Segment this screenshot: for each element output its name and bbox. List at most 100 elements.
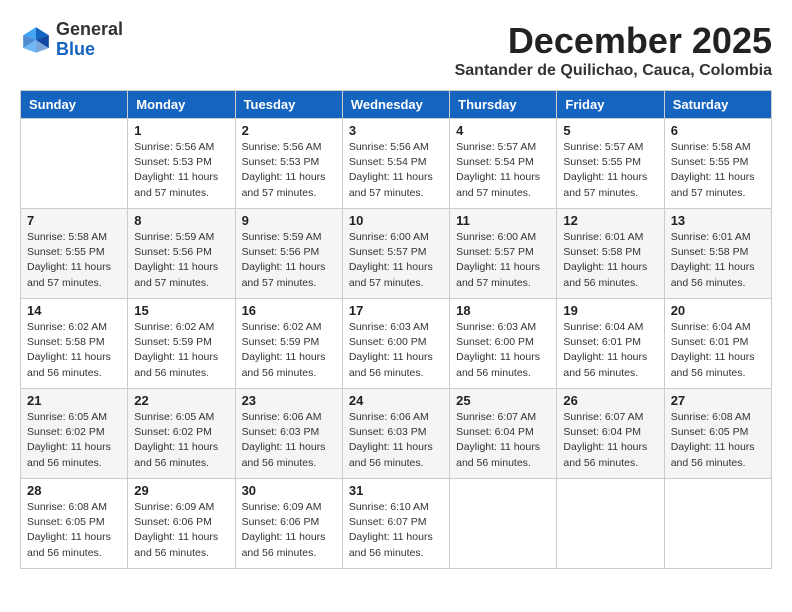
column-header-thursday: Thursday <box>450 91 557 119</box>
day-number: 29 <box>134 483 228 498</box>
day-number: 2 <box>242 123 336 138</box>
day-number: 3 <box>349 123 443 138</box>
day-number: 1 <box>134 123 228 138</box>
cell-info: Sunrise: 6:04 AMSunset: 6:01 PMDaylight:… <box>563 320 657 381</box>
calendar-cell: 10Sunrise: 6:00 AMSunset: 5:57 PMDayligh… <box>342 209 449 299</box>
logo: General Blue <box>20 20 123 60</box>
calendar-table: SundayMondayTuesdayWednesdayThursdayFrid… <box>20 90 772 569</box>
calendar-cell: 5 Sunrise: 5:57 AMSunset: 5:55 PMDaylight… <box>557 119 664 209</box>
cell-info: Sunrise: 6:03 AMSunset: 6:00 PMDaylight:… <box>349 320 443 381</box>
cell-info: Sunrise: 6:06 AMSunset: 6:03 PMDaylight:… <box>349 410 443 471</box>
cell-info: Sunrise: 6:02 AMSunset: 5:59 PMDaylight:… <box>134 320 228 381</box>
calendar-cell: 25 Sunrise: 6:07 AMSunset: 6:04 PMDayligh… <box>450 389 557 479</box>
calendar-cell: 11 Sunrise: 6:00 AMSunset: 5:57 PMDayligh… <box>450 209 557 299</box>
cell-info: Sunrise: 5:58 AMSunset: 5:55 PMDaylight:… <box>27 230 121 291</box>
calendar-cell: 4Sunrise: 5:57 AMSunset: 5:54 PMDaylight… <box>450 119 557 209</box>
day-number: 4 <box>456 123 550 138</box>
calendar-cell: 6Sunrise: 5:58 AMSunset: 5:55 PMDaylight… <box>664 119 771 209</box>
day-number: 27 <box>671 393 765 408</box>
calendar-cell: 14 Sunrise: 6:02 AMSunset: 5:58 PMDayligh… <box>21 299 128 389</box>
column-header-monday: Monday <box>128 91 235 119</box>
day-number: 26 <box>563 393 657 408</box>
cell-info: Sunrise: 5:59 AMSunset: 5:56 PMDaylight:… <box>242 230 336 291</box>
day-number: 23 <box>242 393 336 408</box>
calendar-cell: 17Sunrise: 6:03 AMSunset: 6:00 PMDayligh… <box>342 299 449 389</box>
day-number: 12 <box>563 213 657 228</box>
week-row-5: 28Sunrise: 6:08 AMSunset: 6:05 PMDayligh… <box>21 479 772 569</box>
calendar-cell: 2 Sunrise: 5:56 AMSunset: 5:53 PMDaylight… <box>235 119 342 209</box>
calendar-cell: 31 Sunrise: 6:10 AMSunset: 6:07 PMDayligh… <box>342 479 449 569</box>
calendar-cell: 16Sunrise: 6:02 AMSunset: 5:59 PMDayligh… <box>235 299 342 389</box>
cell-info: Sunrise: 5:57 AMSunset: 5:55 PMDaylight:… <box>563 140 657 201</box>
day-number: 31 <box>349 483 443 498</box>
calendar-cell: 21 Sunrise: 6:05 AMSunset: 6:02 PMDayligh… <box>21 389 128 479</box>
calendar-cell: 20 Sunrise: 6:04 AMSunset: 6:01 PMDayligh… <box>664 299 771 389</box>
month-title: December 2025 <box>455 20 772 62</box>
day-number: 21 <box>27 393 121 408</box>
column-header-tuesday: Tuesday <box>235 91 342 119</box>
calendar-cell <box>450 479 557 569</box>
cell-info: Sunrise: 5:59 AMSunset: 5:56 PMDaylight:… <box>134 230 228 291</box>
calendar-cell <box>664 479 771 569</box>
day-number: 20 <box>671 303 765 318</box>
day-number: 22 <box>134 393 228 408</box>
title-block: December 2025 Santander de Quilichao, Ca… <box>455 20 772 80</box>
cell-info: Sunrise: 6:07 AMSunset: 6:04 PMDaylight:… <box>456 410 550 471</box>
calendar-cell: 29 Sunrise: 6:09 AMSunset: 6:06 PMDayligh… <box>128 479 235 569</box>
cell-info: Sunrise: 6:03 AMSunset: 6:00 PMDaylight:… <box>456 320 550 381</box>
cell-info: Sunrise: 6:01 AMSunset: 5:58 PMDaylight:… <box>671 230 765 291</box>
column-header-friday: Friday <box>557 91 664 119</box>
cell-info: Sunrise: 6:07 AMSunset: 6:04 PMDaylight:… <box>563 410 657 471</box>
day-number: 13 <box>671 213 765 228</box>
day-number: 11 <box>456 213 550 228</box>
calendar-cell: 27 Sunrise: 6:08 AMSunset: 6:05 PMDayligh… <box>664 389 771 479</box>
week-row-1: 1 Sunrise: 5:56 AMSunset: 5:53 PMDaylight… <box>21 119 772 209</box>
cell-info: Sunrise: 6:05 AMSunset: 6:02 PMDaylight:… <box>134 410 228 471</box>
day-number: 5 <box>563 123 657 138</box>
subtitle: Santander de Quilichao, Cauca, Colombia <box>455 62 772 80</box>
day-number: 14 <box>27 303 121 318</box>
day-number: 9 <box>242 213 336 228</box>
calendar-cell <box>21 119 128 209</box>
calendar-cell: 12 Sunrise: 6:01 AMSunset: 5:58 PMDayligh… <box>557 209 664 299</box>
cell-info: Sunrise: 5:56 AMSunset: 5:54 PMDaylight:… <box>349 140 443 201</box>
cell-info: Sunrise: 6:00 AMSunset: 5:57 PMDaylight:… <box>456 230 550 291</box>
day-number: 19 <box>563 303 657 318</box>
calendar-cell: 9 Sunrise: 5:59 AMSunset: 5:56 PMDaylight… <box>235 209 342 299</box>
calendar-cell: 22 Sunrise: 6:05 AMSunset: 6:02 PMDayligh… <box>128 389 235 479</box>
cell-info: Sunrise: 6:06 AMSunset: 6:03 PMDaylight:… <box>242 410 336 471</box>
cell-info: Sunrise: 6:01 AMSunset: 5:58 PMDaylight:… <box>563 230 657 291</box>
cell-info: Sunrise: 6:09 AMSunset: 6:06 PMDaylight:… <box>134 500 228 561</box>
day-number: 25 <box>456 393 550 408</box>
header-top: General Blue December 2025 Santander de … <box>20 20 772 80</box>
column-header-sunday: Sunday <box>21 91 128 119</box>
day-number: 16 <box>242 303 336 318</box>
day-number: 18 <box>456 303 550 318</box>
cell-info: Sunrise: 6:08 AMSunset: 6:05 PMDaylight:… <box>27 500 121 561</box>
cell-info: Sunrise: 6:02 AMSunset: 5:58 PMDaylight:… <box>27 320 121 381</box>
column-header-saturday: Saturday <box>664 91 771 119</box>
week-row-2: 7 Sunrise: 5:58 AMSunset: 5:55 PMDaylight… <box>21 209 772 299</box>
logo-text: General Blue <box>56 20 123 60</box>
calendar-cell: 23 Sunrise: 6:06 AMSunset: 6:03 PMDayligh… <box>235 389 342 479</box>
calendar-cell: 26 Sunrise: 6:07 AMSunset: 6:04 PMDayligh… <box>557 389 664 479</box>
calendar-cell: 13 Sunrise: 6:01 AMSunset: 5:58 PMDayligh… <box>664 209 771 299</box>
calendar-cell: 24 Sunrise: 6:06 AMSunset: 6:03 PMDayligh… <box>342 389 449 479</box>
day-number: 30 <box>242 483 336 498</box>
week-row-4: 21 Sunrise: 6:05 AMSunset: 6:02 PMDayligh… <box>21 389 772 479</box>
cell-info: Sunrise: 6:04 AMSunset: 6:01 PMDaylight:… <box>671 320 765 381</box>
calendar-cell <box>557 479 664 569</box>
day-number: 24 <box>349 393 443 408</box>
calendar-cell: 3 Sunrise: 5:56 AMSunset: 5:54 PMDaylight… <box>342 119 449 209</box>
calendar-cell: 28Sunrise: 6:08 AMSunset: 6:05 PMDayligh… <box>21 479 128 569</box>
calendar-cell: 30Sunrise: 6:09 AMSunset: 6:06 PMDayligh… <box>235 479 342 569</box>
cell-info: Sunrise: 6:05 AMSunset: 6:02 PMDaylight:… <box>27 410 121 471</box>
calendar-cell: 15 Sunrise: 6:02 AMSunset: 5:59 PMDayligh… <box>128 299 235 389</box>
day-number: 15 <box>134 303 228 318</box>
week-row-3: 14 Sunrise: 6:02 AMSunset: 5:58 PMDayligh… <box>21 299 772 389</box>
calendar-cell: 8Sunrise: 5:59 AMSunset: 5:56 PMDaylight… <box>128 209 235 299</box>
cell-info: Sunrise: 6:08 AMSunset: 6:05 PMDaylight:… <box>671 410 765 471</box>
cell-info: Sunrise: 6:10 AMSunset: 6:07 PMDaylight:… <box>349 500 443 561</box>
day-number: 7 <box>27 213 121 228</box>
cell-info: Sunrise: 5:56 AMSunset: 5:53 PMDaylight:… <box>242 140 336 201</box>
